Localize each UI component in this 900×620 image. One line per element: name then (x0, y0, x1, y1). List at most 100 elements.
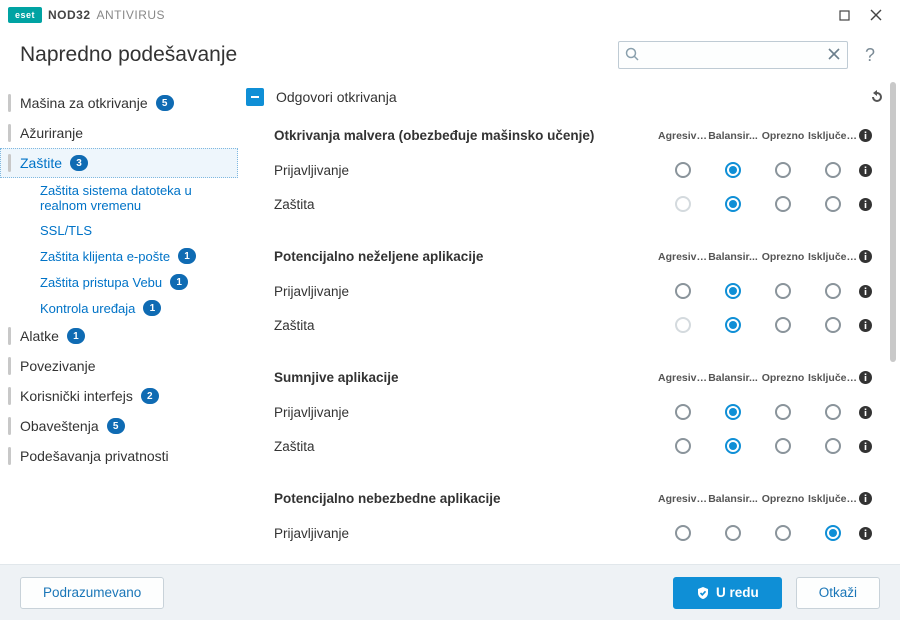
sidebar-item-label: Obaveštenja (20, 418, 99, 434)
info-icon[interactable] (858, 526, 886, 541)
info-icon[interactable] (858, 405, 886, 420)
radio-button[interactable] (775, 525, 791, 541)
radio-button[interactable] (775, 162, 791, 178)
sidebar-item-label: Mašina za otkrivanje (20, 95, 148, 111)
info-icon[interactable] (858, 491, 886, 506)
sidebar-item-label: Podešavanja privatnosti (20, 448, 169, 464)
sidebar-item-label: Alatke (20, 328, 59, 344)
radio-button[interactable] (725, 525, 741, 541)
info-icon[interactable] (858, 249, 886, 264)
sidebar-item[interactable]: Zaštita pristupa Vebu1 (20, 269, 238, 295)
badge: 1 (67, 328, 85, 344)
sidebar-item-label: Zaštita sistema datoteka u realnom vreme… (40, 183, 228, 213)
radio-button[interactable] (825, 196, 841, 212)
sidebar-item-label: Povezivanje (20, 358, 96, 374)
sidebar-item[interactable]: Korisnički interfejs2 (0, 381, 238, 411)
info-icon[interactable] (858, 128, 886, 143)
sidebar-subgroup: Zaštita sistema datoteka u realnom vreme… (0, 178, 238, 321)
radio-cell (708, 317, 758, 333)
radio-button[interactable] (825, 404, 841, 420)
info-icon[interactable] (858, 318, 886, 333)
radio-button[interactable] (675, 438, 691, 454)
footer: Podrazumevano U redu Otkaži (0, 564, 900, 620)
info-icon[interactable] (858, 284, 886, 299)
group-title: Sumnjive aplikacije (274, 370, 658, 385)
settings-group: Otkrivanja malvera (obezbeđuje mašinsko … (274, 118, 886, 239)
window-close-icon[interactable] (860, 1, 892, 29)
radio-button[interactable] (725, 283, 741, 299)
clear-icon[interactable] (827, 47, 841, 61)
row-label: Prijavljivanje (274, 405, 658, 420)
badge: 3 (70, 155, 88, 171)
radio-button[interactable] (775, 196, 791, 212)
scrollbar-thumb[interactable] (890, 82, 896, 362)
radio-button[interactable] (725, 317, 741, 333)
sidebar-item[interactable]: Zaštite3 (0, 148, 238, 178)
scrollbar[interactable] (890, 82, 896, 556)
badge: 5 (156, 95, 174, 111)
radio-button[interactable] (775, 404, 791, 420)
info-icon[interactable] (858, 370, 886, 385)
radio-button[interactable] (725, 404, 741, 420)
row-label: Zaštita (274, 439, 658, 454)
sidebar-item[interactable]: Mašina za otkrivanje 5 (0, 88, 238, 118)
sidebar-item[interactable]: Podešavanja privatnosti (0, 441, 238, 471)
radio-button[interactable] (675, 525, 691, 541)
cancel-button[interactable]: Otkaži (796, 577, 880, 609)
radio-button[interactable] (825, 438, 841, 454)
settings-row: Zaštita (274, 187, 886, 221)
radio-cell (658, 525, 708, 541)
sidebar-item[interactable]: Ažuriranje (0, 118, 238, 148)
sidebar-item-label: Ažuriranje (20, 125, 83, 141)
radio-button[interactable] (775, 283, 791, 299)
radio-button[interactable] (675, 283, 691, 299)
section-header: Odgovori otkrivanja (274, 84, 886, 118)
settings-group: Potencijalno neželjene aplikacijeAgresiv… (274, 239, 886, 360)
column-label: Agresivno (658, 372, 708, 384)
settings-group: Sumnjive aplikacijeAgresivnoBalansir...O… (274, 360, 886, 481)
sidebar-item[interactable]: Zaštita sistema datoteka u realnom vreme… (20, 178, 238, 218)
radio-cell (808, 525, 858, 541)
column-labels: AgresivnoBalansir...OpreznoIsključeno (658, 493, 858, 505)
search-input[interactable] (618, 41, 848, 69)
radio-button[interactable] (775, 438, 791, 454)
radio-button[interactable] (825, 283, 841, 299)
group-header: Potencijalno nebezbedne aplikacijeAgresi… (274, 487, 886, 516)
column-label: Isključeno (808, 493, 858, 505)
ok-button[interactable]: U redu (673, 577, 782, 609)
column-labels: AgresivnoBalansir...OpreznoIsključeno (658, 130, 858, 142)
radio-button[interactable] (825, 317, 841, 333)
info-icon[interactable] (858, 197, 886, 212)
radio-button[interactable] (825, 162, 841, 178)
info-icon[interactable] (858, 439, 886, 454)
undo-icon[interactable] (868, 88, 886, 106)
radio-button[interactable] (775, 317, 791, 333)
radio-button[interactable] (725, 438, 741, 454)
sidebar-item[interactable]: Kontrola uređaja1 (20, 295, 238, 321)
radio-button[interactable] (825, 525, 841, 541)
sidebar-item[interactable]: Obaveštenja5 (0, 411, 238, 441)
default-button[interactable]: Podrazumevano (20, 577, 164, 609)
group-header: Potencijalno neželjene aplikacijeAgresiv… (274, 245, 886, 274)
radio-button[interactable] (725, 196, 741, 212)
sidebar-item-label: SSL/TLS (40, 223, 92, 238)
group-title: Otkrivanja malvera (obezbeđuje mašinsko … (274, 128, 658, 143)
info-icon[interactable] (858, 163, 886, 178)
sidebar-item[interactable]: Zaštita klijenta e-pošte1 (20, 243, 238, 269)
radio-cell (708, 404, 758, 420)
sidebar-item[interactable]: Alatke 1 (0, 321, 238, 351)
window-maximize-icon[interactable] (828, 1, 860, 29)
collapse-icon[interactable] (246, 88, 264, 106)
radio-button[interactable] (725, 162, 741, 178)
radio-button[interactable] (675, 162, 691, 178)
sidebar-item[interactable]: SSL/TLS (20, 218, 238, 243)
row-label: Zaštita (274, 318, 658, 333)
sidebar-item-label: Zaštita klijenta e-pošte (40, 249, 170, 264)
settings-row: Zaštita (274, 429, 886, 463)
column-label: Balansir... (708, 493, 758, 505)
column-label: Agresivno (658, 493, 708, 505)
radio-cell (808, 162, 858, 178)
radio-button[interactable] (675, 404, 691, 420)
help-icon[interactable]: ? (860, 45, 880, 66)
sidebar-item[interactable]: Povezivanje (0, 351, 238, 381)
